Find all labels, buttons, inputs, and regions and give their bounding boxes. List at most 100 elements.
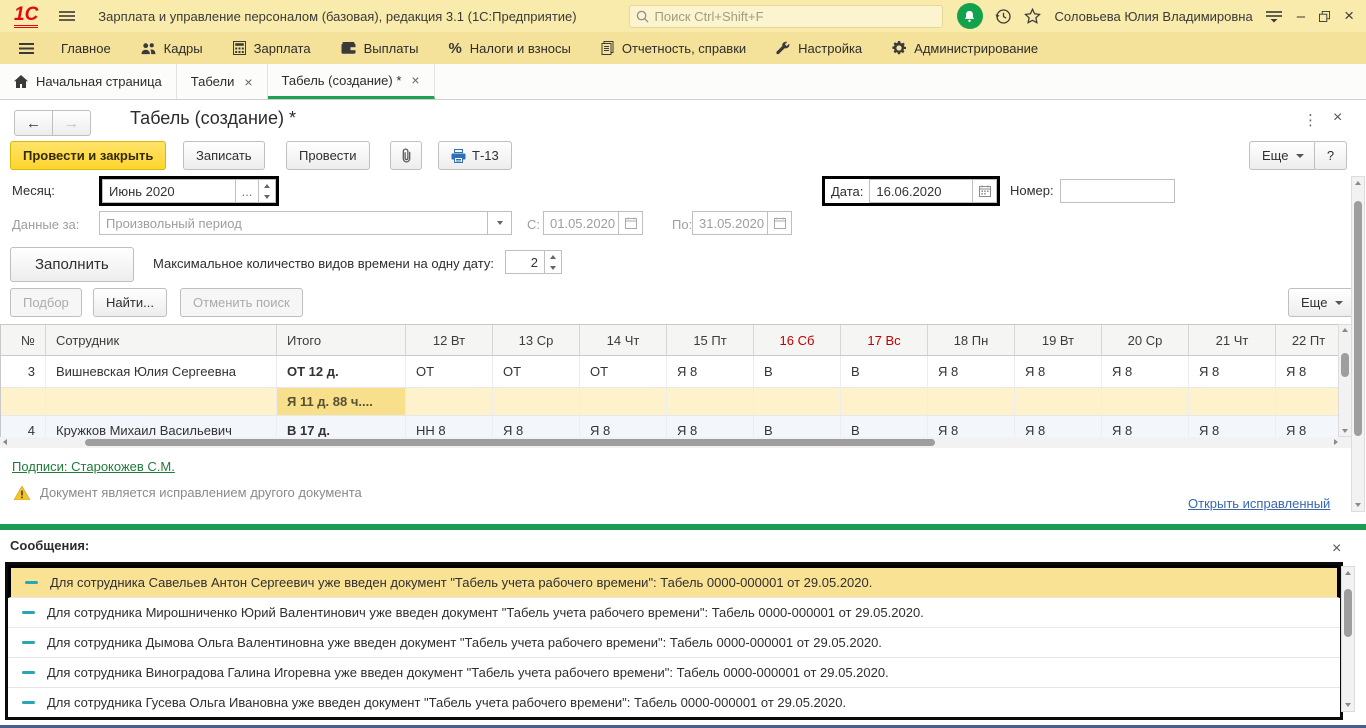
cell[interactable]: Кружков Михаил Васильевич bbox=[46, 416, 277, 438]
menu-item-nalogi-i-vznosy[interactable]: %Налоги и взносы bbox=[448, 40, 570, 57]
to-calendar-icon[interactable] bbox=[768, 211, 792, 235]
column-header-11[interactable]: 20 Ср bbox=[1102, 325, 1189, 356]
summary-row[interactable]: Я 11 д. 88 ч.... bbox=[1, 388, 1339, 416]
messages-close-icon[interactable]: × bbox=[1332, 540, 1341, 558]
cell[interactable]: Я 8 bbox=[1276, 356, 1339, 387]
menu-item-otchetnost-spravki[interactable]: Отчетность, справки bbox=[601, 41, 746, 56]
table-horizontal-scrollbar[interactable] bbox=[0, 437, 1352, 448]
cell[interactable]: Я 8 bbox=[1189, 416, 1276, 438]
column-header-7[interactable]: 16 Сб bbox=[754, 325, 841, 356]
column-header-2[interactable]: Итого bbox=[277, 325, 406, 356]
menu-item-zarplata[interactable]: Зарплата bbox=[233, 41, 311, 56]
kebab-menu-icon[interactable]: ⋮ bbox=[1303, 111, 1319, 129]
messages-scrollbar[interactable] bbox=[1341, 566, 1355, 712]
tab-close-icon[interactable]: × bbox=[411, 72, 419, 88]
message-row[interactable]: Для сотрудника Савельев Антон Сергеевич … bbox=[8, 565, 1340, 598]
minimize-button[interactable]: – bbox=[1297, 8, 1305, 25]
tab-close-icon[interactable]: × bbox=[244, 74, 252, 90]
month-input[interactable]: Июнь 2020 bbox=[102, 179, 235, 203]
close-button[interactable]: × bbox=[1344, 6, 1354, 26]
restore-button[interactable] bbox=[1319, 11, 1330, 22]
cell[interactable]: В 17 д. bbox=[277, 416, 406, 438]
pick-button[interactable]: Подбор bbox=[10, 288, 82, 317]
menu-item-glavnoe[interactable]: Главное bbox=[61, 41, 111, 56]
column-header-8[interactable]: 17 Вс bbox=[841, 325, 928, 356]
cell[interactable]: Я 8 bbox=[493, 416, 580, 438]
cell[interactable] bbox=[1276, 388, 1339, 415]
cell[interactable]: Я 8 bbox=[1102, 416, 1189, 438]
cell[interactable]: 3 bbox=[1, 356, 46, 387]
column-header-12[interactable]: 21 Чт bbox=[1189, 325, 1276, 356]
column-header-5[interactable]: 14 Чт bbox=[580, 325, 667, 356]
column-header-9[interactable]: 18 Пн bbox=[928, 325, 1015, 356]
nav-forward-button[interactable]: → bbox=[53, 110, 91, 136]
current-user[interactable]: Соловьева Юлия Владимировна bbox=[1055, 9, 1253, 24]
cell[interactable]: ОТ 12 д. bbox=[277, 356, 406, 387]
cell[interactable] bbox=[841, 388, 928, 415]
cell[interactable]: Я 8 bbox=[1015, 416, 1102, 438]
cell[interactable]: Я 8 bbox=[928, 356, 1015, 387]
main-menu-icon[interactable] bbox=[58, 10, 76, 22]
global-search-input[interactable]: Поиск Ctrl+Shift+F bbox=[629, 5, 943, 28]
table-row[interactable]: 3Вишневская Юлия СергеевнаОТ 12 д.ОТОТОТ… bbox=[1, 356, 1339, 388]
cell[interactable]: Я 8 bbox=[1189, 356, 1276, 387]
cell[interactable]: Я 8 bbox=[667, 416, 754, 438]
sections-panel-icon[interactable] bbox=[18, 42, 35, 55]
date-input[interactable]: 16.06.2020 bbox=[869, 179, 973, 203]
to-date-field[interactable]: 31.05.2020 bbox=[692, 211, 792, 235]
column-header-6[interactable]: 15 Пт bbox=[667, 325, 754, 356]
cell[interactable] bbox=[667, 388, 754, 415]
column-header-13[interactable]: 22 Пт bbox=[1276, 325, 1339, 356]
cell[interactable] bbox=[928, 388, 1015, 415]
menu-item-vyplaty[interactable]: Выплаты bbox=[341, 41, 419, 56]
cell[interactable]: Я 8 bbox=[1015, 356, 1102, 387]
cell[interactable]: Вишневская Юлия Сергеевна bbox=[46, 356, 277, 387]
column-header-10[interactable]: 19 Вт bbox=[1015, 325, 1102, 356]
attachments-button[interactable] bbox=[390, 141, 422, 170]
cell[interactable]: 4 bbox=[1, 416, 46, 438]
cell[interactable]: Я 8 bbox=[580, 416, 667, 438]
message-row[interactable]: Для сотрудника Дымова Ольга Валентиновна… bbox=[8, 628, 1340, 658]
cell[interactable] bbox=[46, 388, 277, 415]
cell[interactable]: В bbox=[754, 416, 841, 438]
cell[interactable] bbox=[493, 388, 580, 415]
cell[interactable] bbox=[1015, 388, 1102, 415]
cell[interactable]: В bbox=[841, 416, 928, 438]
period-select[interactable]: Произвольный период bbox=[99, 211, 512, 235]
menu-item-nastroyka[interactable]: Настройка bbox=[776, 41, 862, 56]
save-button[interactable]: Записать bbox=[183, 141, 265, 170]
cell[interactable] bbox=[406, 388, 493, 415]
column-header-3[interactable]: 12 Вт bbox=[406, 325, 493, 356]
table-vertical-scrollbar[interactable] bbox=[1338, 324, 1352, 437]
from-calendar-icon[interactable] bbox=[619, 211, 643, 235]
max-time-types-field[interactable]: 2 bbox=[505, 250, 562, 274]
cell[interactable]: Я 8 bbox=[1102, 356, 1189, 387]
post-button[interactable]: Провести bbox=[286, 141, 370, 170]
cell[interactable]: Я 11 д. 88 ч.... bbox=[277, 388, 406, 415]
form-vertical-scrollbar[interactable] bbox=[1351, 176, 1365, 512]
cell[interactable]: Я 8 bbox=[1276, 416, 1339, 438]
cell[interactable] bbox=[754, 388, 841, 415]
cell[interactable]: В bbox=[754, 356, 841, 387]
column-header-4[interactable]: 13 Ср bbox=[493, 325, 580, 356]
post-and-close-button[interactable]: Провести и закрыть bbox=[10, 141, 166, 170]
cell[interactable] bbox=[1, 388, 46, 415]
more-button-toolbar[interactable]: Еще bbox=[1249, 141, 1317, 170]
tab-tabeli[interactable]: Табели× bbox=[177, 64, 268, 99]
history-icon[interactable] bbox=[995, 8, 1012, 25]
from-date-field[interactable]: 01.05.2020 bbox=[543, 211, 643, 235]
message-row[interactable]: Для сотрудника Гусева Ольга Ивановна уже… bbox=[8, 688, 1340, 717]
number-input[interactable] bbox=[1060, 179, 1175, 203]
month-ellipsis-button[interactable]: ... bbox=[235, 179, 259, 203]
cell[interactable]: НН 8 bbox=[406, 416, 493, 438]
cell[interactable] bbox=[580, 388, 667, 415]
more-button-table[interactable]: Еще bbox=[1288, 288, 1356, 317]
cell[interactable] bbox=[1189, 388, 1276, 415]
date-calendar-icon[interactable] bbox=[973, 179, 997, 203]
open-corrected-link[interactable]: Открыть исправленный bbox=[1188, 496, 1330, 511]
column-header-0[interactable]: № bbox=[1, 325, 46, 356]
print-t13-button[interactable]: Т-13 bbox=[438, 141, 512, 170]
service-menu-icon[interactable] bbox=[1265, 10, 1283, 23]
cell[interactable]: В bbox=[841, 356, 928, 387]
cell[interactable]: Я 8 bbox=[928, 416, 1015, 438]
